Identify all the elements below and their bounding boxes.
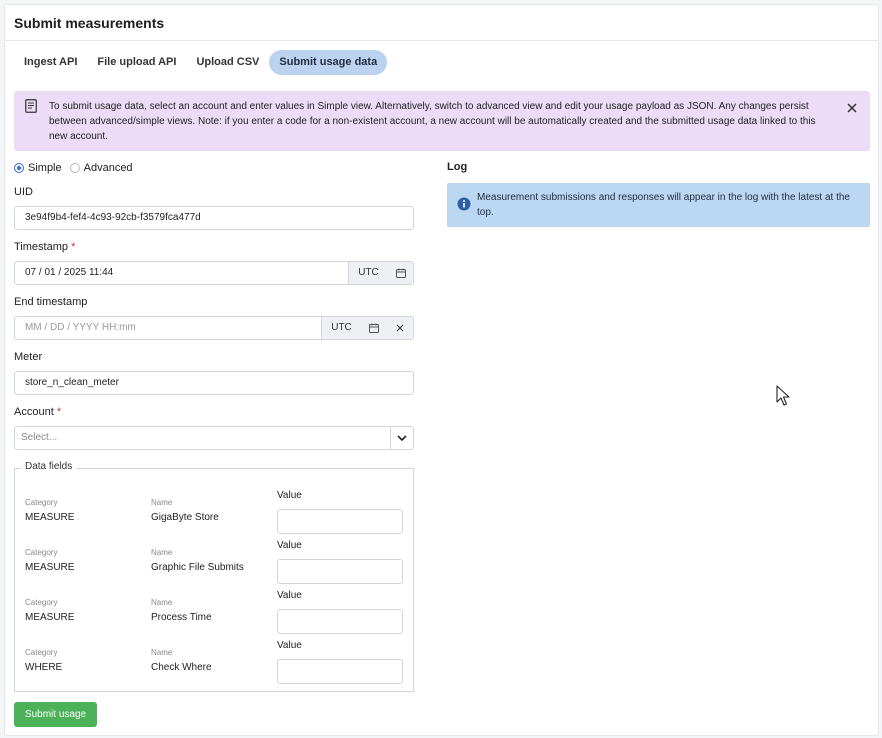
simple-radio-label[interactable]: Simple (28, 162, 62, 174)
close-icon[interactable] (846, 102, 858, 114)
uid-input[interactable]: 3e94f9b4-fef4-4c93-92cb-f3579fca477d (14, 206, 414, 230)
end-timestamp-input[interactable]: MM / DD / YYYY HH:mm (25, 317, 136, 339)
required-marker: * (56, 406, 62, 418)
required-marker: * (71, 241, 76, 253)
info-icon (457, 197, 471, 211)
name-label: Name (151, 548, 173, 557)
info-banner: To submit usage data, select an account … (14, 91, 870, 151)
meter-input[interactable]: store_n_clean_meter (14, 371, 414, 395)
category-value: MEASURE (25, 562, 75, 573)
end-timestamp-tz: UTC (321, 317, 361, 339)
account-label: Account * (14, 406, 61, 418)
value-label: Value (277, 640, 302, 651)
advanced-radio-label[interactable]: Advanced (84, 162, 133, 174)
timestamp-tz: UTC (348, 262, 388, 284)
chevron-down-icon[interactable] (390, 427, 413, 449)
calendar-icon[interactable] (361, 317, 387, 339)
name-value: Check Where (151, 662, 212, 673)
tab-upload-csv[interactable]: Upload CSV (186, 50, 269, 75)
log-title: Log (447, 161, 468, 173)
value-label: Value (277, 490, 302, 501)
value-input[interactable] (277, 609, 403, 634)
meter-label: Meter (14, 351, 43, 363)
page-title: Submit measurements (14, 15, 165, 31)
data-fields-group: Data fields Category MEASURE Name GigaBy… (14, 461, 414, 692)
tab-submit-usage-data[interactable]: Submit usage data (269, 50, 388, 75)
category-value: MEASURE (25, 512, 75, 523)
tab-ingest-api[interactable]: Ingest API (14, 50, 87, 75)
account-select-placeholder: Select... (21, 432, 58, 443)
value-label: Value (277, 540, 302, 551)
mouse-cursor-icon (776, 385, 790, 406)
calendar-icon[interactable] (388, 262, 413, 284)
category-value: WHERE (25, 662, 63, 673)
end-timestamp-label: End timestamp (14, 296, 88, 308)
name-value: Graphic File Submits (151, 562, 244, 573)
name-label: Name (151, 648, 173, 657)
data-fields-legend: Data fields (21, 461, 77, 472)
card-header: Submit measurements (5, 5, 878, 41)
category-label: Category (25, 548, 58, 557)
log-info-text: Measurement submissions and responses wi… (477, 192, 850, 218)
category-value: MEASURE (25, 612, 75, 623)
value-input[interactable] (277, 659, 403, 684)
category-label: Category (25, 648, 58, 657)
category-label: Category (25, 498, 58, 507)
timestamp-label-text: Timestamp (14, 241, 68, 253)
value-input[interactable] (277, 559, 403, 584)
tab-bar: Ingest API File upload API Upload CSV Su… (14, 50, 388, 75)
name-label: Name (151, 498, 173, 507)
banner-text: To submit usage data, select an account … (49, 101, 816, 142)
account-label-text: Account (14, 406, 54, 418)
timestamp-field: 07 / 01 / 2025 11:44 UTC (14, 261, 414, 285)
view-mode-toggle: Simple Advanced (14, 162, 133, 174)
value-label: Value (277, 590, 302, 601)
tab-file-upload-api[interactable]: File upload API (87, 50, 186, 75)
clear-icon[interactable] (387, 317, 413, 339)
timestamp-label: Timestamp * (14, 241, 75, 253)
simple-radio[interactable] (14, 163, 24, 173)
document-icon (25, 99, 37, 113)
log-info-box: Measurement submissions and responses wi… (447, 183, 870, 227)
name-label: Name (151, 598, 173, 607)
submit-measurements-card: Submit measurements Ingest API File uplo… (4, 4, 879, 736)
advanced-radio[interactable] (69, 163, 80, 173)
category-label: Category (25, 598, 58, 607)
name-value: Process Time (151, 612, 212, 623)
timestamp-input[interactable]: 07 / 01 / 2025 11:44 (25, 262, 113, 284)
submit-usage-button[interactable]: Submit usage (14, 702, 97, 727)
uid-label: UID (14, 186, 33, 198)
account-select[interactable]: Select... (14, 426, 414, 450)
end-timestamp-field: MM / DD / YYYY HH:mm UTC (14, 316, 414, 340)
name-value: GigaByte Store (151, 512, 219, 523)
value-input[interactable] (277, 509, 403, 534)
